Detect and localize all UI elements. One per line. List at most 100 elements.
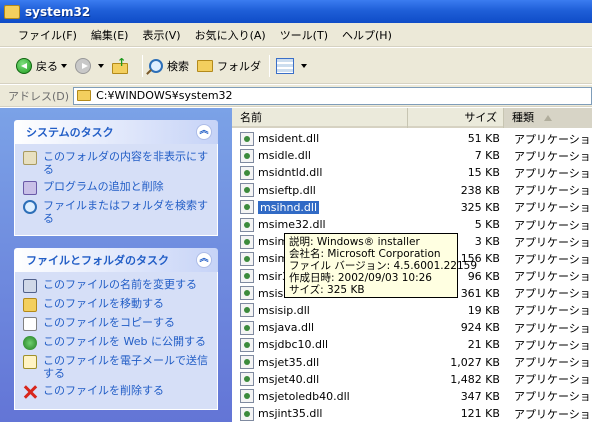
forward-button[interactable]	[75, 57, 104, 74]
task-email-file[interactable]: このファイルを電子メールで送信する	[23, 354, 211, 380]
file-type: アプリケーション拡張	[513, 184, 592, 198]
menu-edit[interactable]: 編集(E)	[91, 27, 129, 43]
menu-bar: ファイル(F) 編集(E) 表示(V) お気に入り(A) ツール(T) ヘルプ(…	[0, 23, 592, 47]
menu-help[interactable]: ヘルプ(H)	[342, 27, 392, 43]
column-name[interactable]: 名前	[232, 108, 408, 128]
file-type: アプリケーション拡張	[513, 252, 592, 266]
tooltip-line: サイズ: 325 KB	[289, 284, 365, 296]
file-size: 347 KB	[460, 389, 500, 403]
menu-file[interactable]: ファイル(F)	[18, 27, 77, 43]
file-row[interactable]: msjint35.dll 121 KB アプリケーション拡張	[232, 405, 592, 422]
tooltip-line: 会社名: Microsoft Corporation	[289, 248, 441, 260]
search-button[interactable]: 検索	[149, 58, 189, 74]
back-dropdown-icon[interactable]	[61, 63, 67, 68]
file-row[interactable]: msjet40.dll 1,482 KB アプリケーション拡張	[232, 371, 592, 388]
system-tasks-header[interactable]: システムのタスク ︽	[14, 120, 218, 144]
dll-file-icon	[240, 303, 254, 318]
file-row[interactable]: msisip.dll 19 KB アプリケーション拡張	[232, 302, 592, 319]
file-name: msjetoledb40.dll	[258, 389, 350, 403]
file-row[interactable]: msieftp.dll 238 KB アプリケーション拡張	[232, 182, 592, 199]
search-icon	[23, 200, 37, 214]
title-bar: system32	[0, 0, 592, 23]
file-row[interactable]: msidntld.dll 15 KB アプリケーション拡張	[232, 164, 592, 181]
back-button[interactable]: 戻る	[16, 57, 67, 74]
dll-file-icon	[240, 251, 254, 266]
file-row[interactable]: msjdbc10.dll 21 KB アプリケーション拡張	[232, 336, 592, 353]
forward-arrow-icon	[75, 57, 91, 74]
task-label: このファイルをコピーする	[43, 316, 175, 329]
tooltip-line: 作成日時: 2002/09/03 10:26	[289, 272, 432, 284]
dll-file-icon	[240, 372, 254, 387]
file-row[interactable]: msidle.dll 7 KB アプリケーション拡張	[232, 147, 592, 164]
address-input[interactable]: C:¥WINDOWS¥system32	[73, 86, 592, 105]
file-name: msjet35.dll	[258, 355, 320, 369]
file-size: 1,027 KB	[450, 355, 500, 369]
dll-file-icon	[240, 269, 254, 284]
delete-icon	[23, 385, 37, 399]
file-tasks-body: このファイルの名前を変更する このファイルを移動する このファイルをコピーする …	[14, 272, 218, 410]
menu-tools[interactable]: ツール(T)	[280, 27, 328, 43]
up-folder-button[interactable]: ↑	[112, 57, 134, 74]
dll-file-icon	[240, 183, 254, 198]
file-tasks-header[interactable]: ファイルとフォルダのタスク ︽	[14, 248, 218, 272]
task-copy-file[interactable]: このファイルをコピーする	[23, 316, 211, 331]
file-type: アプリケーション拡張	[513, 390, 592, 404]
file-type: アプリケーション拡張	[513, 338, 592, 352]
file-size: 238 KB	[460, 183, 500, 197]
file-row[interactable]: msident.dll 51 KB アプリケーション拡張	[232, 130, 592, 147]
menu-favorites[interactable]: お気に入り(A)	[195, 27, 266, 43]
task-pane: システムのタスク ︽ このフォルダの内容を非表示にする プログラムの追加と削除 …	[0, 108, 232, 422]
task-search-files[interactable]: ファイルまたはフォルダを検索する	[23, 199, 211, 225]
file-size: 19 KB	[467, 303, 500, 317]
file-name: msjet40.dll	[258, 372, 320, 386]
forward-dropdown-icon[interactable]	[98, 63, 104, 68]
folders-button[interactable]: フォルダ	[197, 58, 261, 74]
task-label: このファイルを削除する	[43, 384, 164, 397]
task-rename-file[interactable]: このファイルの名前を変更する	[23, 278, 211, 293]
task-hide-folder-contents[interactable]: このフォルダの内容を非表示にする	[23, 150, 211, 176]
task-add-remove-programs[interactable]: プログラムの追加と削除	[23, 180, 211, 195]
file-type: アプリケーション拡張	[513, 132, 592, 146]
file-size: 51 KB	[467, 132, 500, 146]
column-type[interactable]: 種類	[504, 108, 592, 128]
file-size: 21 KB	[467, 338, 500, 352]
email-icon	[23, 355, 37, 369]
up-folder-icon: ↑	[112, 57, 130, 74]
task-publish-web[interactable]: このファイルを Web に公開する	[23, 335, 211, 350]
views-icon	[276, 57, 294, 74]
file-row[interactable]: msjet35.dll 1,027 KB アプリケーション拡張	[232, 353, 592, 370]
task-delete-file[interactable]: このファイルを削除する	[23, 384, 211, 399]
file-size: 121 KB	[460, 407, 500, 421]
column-name-label: 名前	[240, 111, 262, 124]
rename-icon	[23, 279, 37, 293]
dll-file-icon	[240, 355, 254, 370]
file-type: アプリケーション拡張	[513, 235, 592, 249]
folder-icon	[77, 90, 92, 101]
column-size[interactable]: サイズ	[408, 108, 504, 128]
views-button[interactable]	[276, 57, 307, 74]
file-size: 924 KB	[460, 321, 500, 335]
file-row[interactable]: msjava.dll 924 KB アプリケーション拡張	[232, 319, 592, 336]
views-dropdown-icon[interactable]	[301, 63, 307, 68]
file-name: msidntld.dll	[258, 166, 323, 180]
file-row[interactable]: msime32.dll 5 KB アプリケーション拡張	[232, 216, 592, 233]
folder-icon	[4, 4, 20, 19]
collapse-chevron-icon[interactable]: ︽	[196, 124, 212, 140]
task-label: このフォルダの内容を非表示にする	[43, 150, 209, 176]
dll-file-icon	[240, 148, 254, 163]
file-name: msisip.dll	[258, 303, 310, 317]
file-name: msime32.dll	[258, 218, 326, 232]
task-move-file[interactable]: このファイルを移動する	[23, 297, 211, 312]
menu-view[interactable]: 表示(V)	[142, 27, 180, 43]
file-row[interactable]: msjetoledb40.dll 347 KB アプリケーション拡張	[232, 388, 592, 405]
collapse-chevron-icon[interactable]: ︽	[196, 252, 212, 268]
file-tasks-title: ファイルとフォルダのタスク	[26, 254, 169, 267]
web-publish-icon	[23, 336, 37, 350]
file-row[interactable]: msihnd.dll 325 KB アプリケーション拡張	[232, 199, 592, 216]
copy-icon	[23, 317, 37, 331]
folders-label: フォルダ	[217, 59, 261, 73]
dll-file-icon	[240, 337, 254, 352]
move-icon	[23, 298, 37, 312]
file-type: アプリケーション拡張	[513, 356, 592, 370]
file-type: アプリケーション拡張	[513, 407, 592, 421]
